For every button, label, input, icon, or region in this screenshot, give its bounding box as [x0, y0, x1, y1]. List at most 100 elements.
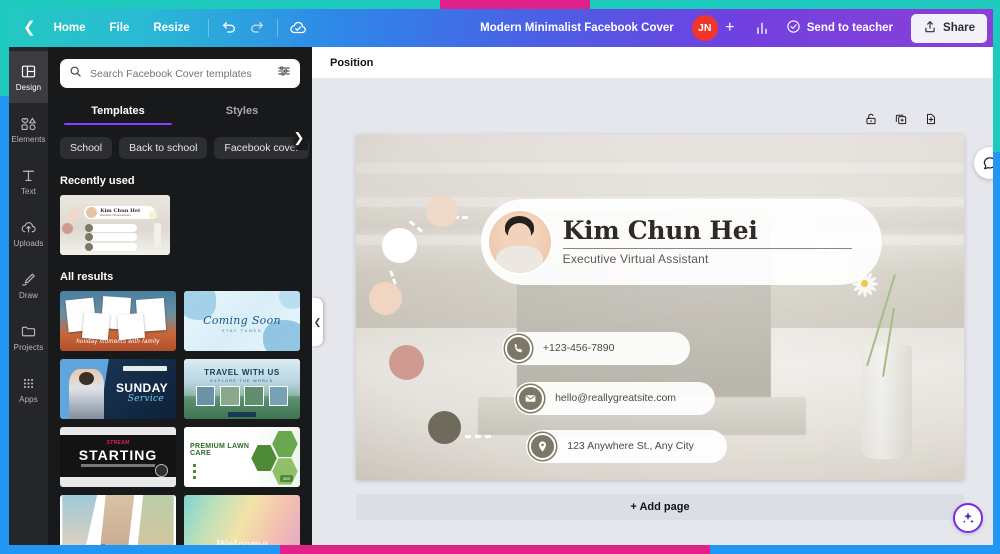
location-pin-icon: [529, 432, 557, 460]
template-card[interactable]: STREAM STARTING: [60, 427, 176, 487]
tab-styles[interactable]: Styles: [180, 98, 304, 125]
duplicate-page-icon[interactable]: [891, 109, 911, 129]
template-card[interactable]: SUNDAY Service: [60, 359, 176, 419]
home-button[interactable]: Home: [42, 17, 98, 39]
help-chat-icon[interactable]: [974, 147, 993, 179]
template-subtitle: EXPLORE THE WORLD: [210, 378, 274, 383]
avatar[interactable]: JN: [691, 15, 718, 41]
back-chevron-icon[interactable]: ❮: [17, 18, 42, 39]
template-title: Summer: [60, 543, 176, 545]
search-box[interactable]: [60, 59, 300, 88]
redo-icon[interactable]: [243, 14, 271, 42]
sidebar-item-label: Apps: [19, 394, 38, 404]
undo-icon[interactable]: [215, 14, 243, 42]
file-menu-button[interactable]: File: [98, 17, 142, 39]
sidebar-item-label: Draw: [18, 290, 39, 300]
text-t-icon: [20, 167, 37, 184]
left-icon-rail: Design Elements Text Uploads Draw Projec…: [9, 47, 48, 545]
template-title: Coming Soon: [203, 313, 281, 327]
contact-address-text: 123 Anywhere St., Any City: [567, 440, 694, 453]
sidebar-item-elements[interactable]: Elements: [9, 103, 48, 155]
portrait-photo: [488, 210, 551, 273]
tab-templates[interactable]: Templates: [56, 98, 180, 125]
sidebar-item-draw[interactable]: Draw: [9, 259, 48, 311]
pen-draw-icon: [20, 271, 37, 288]
template-subtitle: Service: [127, 393, 164, 404]
name-divider: [562, 247, 852, 249]
send-to-teacher-label: Send to teacher: [806, 22, 894, 34]
template-card[interactable]: TRAVEL WITH US EXPLORE THE WORLD: [184, 359, 300, 419]
template-title: holiday moments with family: [76, 339, 160, 345]
position-button[interactable]: Position: [324, 53, 379, 73]
designer-role: Executive Virtual Assistant: [562, 251, 709, 266]
sidebar-item-label: Elements: [11, 134, 46, 144]
add-collaborator-button[interactable]: +: [718, 15, 742, 41]
contact-phone[interactable]: +123-456-7890: [501, 331, 691, 365]
template-card[interactable]: Coming Soon STAY TUNED: [184, 291, 300, 351]
design-canvas[interactable]: Kim Chun Hei Executive Virtual Assistant…: [356, 135, 964, 480]
template-card[interactable]: PREMIUM LAWN CARE $20: [184, 427, 300, 487]
document-title[interactable]: Modern Minimalist Facebook Cover: [470, 17, 684, 39]
canva-editor-window: ❮ Home File Resize Modern Minimalist Fac…: [9, 9, 993, 545]
share-button[interactable]: Share: [911, 13, 987, 43]
search-input[interactable]: [90, 67, 269, 80]
toolbar-divider: [207, 19, 209, 37]
contact-address[interactable]: 123 Anywhere St., Any City: [526, 429, 727, 463]
grid-apps-icon: [20, 375, 37, 392]
recent-template-thumbnail[interactable]: Kim Chun Hei Executive Virtual Assistant: [60, 195, 170, 255]
magic-sparkle-icon[interactable]: [953, 503, 983, 533]
sidebar-item-uploads[interactable]: Uploads: [9, 207, 48, 259]
resize-button[interactable]: Resize: [141, 17, 201, 39]
designer-name: Kim Chun Hei: [562, 216, 758, 246]
chip-school[interactable]: School: [60, 137, 113, 159]
template-title: STARTING: [78, 447, 158, 464]
folder-icon: [20, 323, 37, 340]
sliders-filter-icon[interactable]: [277, 64, 291, 83]
contact-email[interactable]: hello@reallygreatsite.com: [514, 381, 715, 415]
send-to-teacher-button[interactable]: Send to teacher: [776, 14, 903, 42]
cloud-saved-icon[interactable]: [284, 14, 312, 42]
template-card[interactable]: Summer: [60, 495, 176, 545]
add-page-icon[interactable]: [921, 109, 941, 129]
sidebar-item-label: Uploads: [13, 238, 44, 248]
template-results-grid: holiday moments with family Coming Soon …: [48, 291, 312, 545]
category-chips: School Back to school Facebook cover ❯: [48, 125, 312, 159]
add-page-button[interactable]: + Add page: [356, 494, 964, 520]
lock-icon[interactable]: [861, 109, 881, 129]
envelope-icon: [517, 384, 545, 412]
sidebar-item-text[interactable]: Text: [9, 155, 48, 207]
chevron-left-icon: ❮: [313, 316, 322, 327]
template-title: Welcome: [215, 538, 269, 545]
contact-email-text: hello@reallygreatsite.com: [555, 392, 677, 405]
share-label: Share: [943, 22, 975, 34]
all-results-title: All results: [60, 271, 114, 283]
toolbar-divider-2: [276, 19, 278, 37]
template-card[interactable]: Welcome: [184, 495, 300, 545]
name-card[interactable]: Kim Chun Hei Executive Virtual Assistant: [480, 198, 882, 286]
recent-name: Kim Chun Hei: [100, 207, 140, 214]
sidebar-item-design[interactable]: Design: [9, 51, 48, 103]
sidebar-item-apps[interactable]: Apps: [9, 363, 48, 415]
search-icon: [69, 65, 82, 83]
object-toolbar: Position: [312, 47, 993, 79]
recent-role: Executive Virtual Assistant: [100, 213, 131, 217]
check-circle-icon: [786, 19, 801, 37]
template-subtitle: STREAM: [106, 440, 130, 447]
chip-back-to-school[interactable]: Back to school: [119, 137, 208, 159]
phone-icon: [504, 334, 532, 362]
templates-panel: Templates Styles School Back to school F…: [48, 47, 312, 545]
search-area: [48, 47, 312, 88]
decorative-dot-blush: [369, 281, 403, 315]
recently-used-title: Recently used: [60, 175, 135, 187]
canvas-page-tools: [861, 109, 941, 129]
chevron-right-icon[interactable]: ❯: [290, 125, 308, 150]
collapse-panel-handle[interactable]: ❮: [312, 298, 323, 346]
sidebar-item-projects[interactable]: Projects: [9, 311, 48, 363]
decorative-dot-olive: [427, 411, 461, 444]
contact-phone-text: +123-456-7890: [542, 342, 615, 355]
template-card[interactable]: holiday moments with family: [60, 291, 176, 351]
bar-chart-icon[interactable]: [748, 14, 776, 42]
shapes-icon: [20, 115, 37, 132]
dot-connector: [465, 435, 492, 439]
template-subtitle: $20: [280, 475, 294, 483]
